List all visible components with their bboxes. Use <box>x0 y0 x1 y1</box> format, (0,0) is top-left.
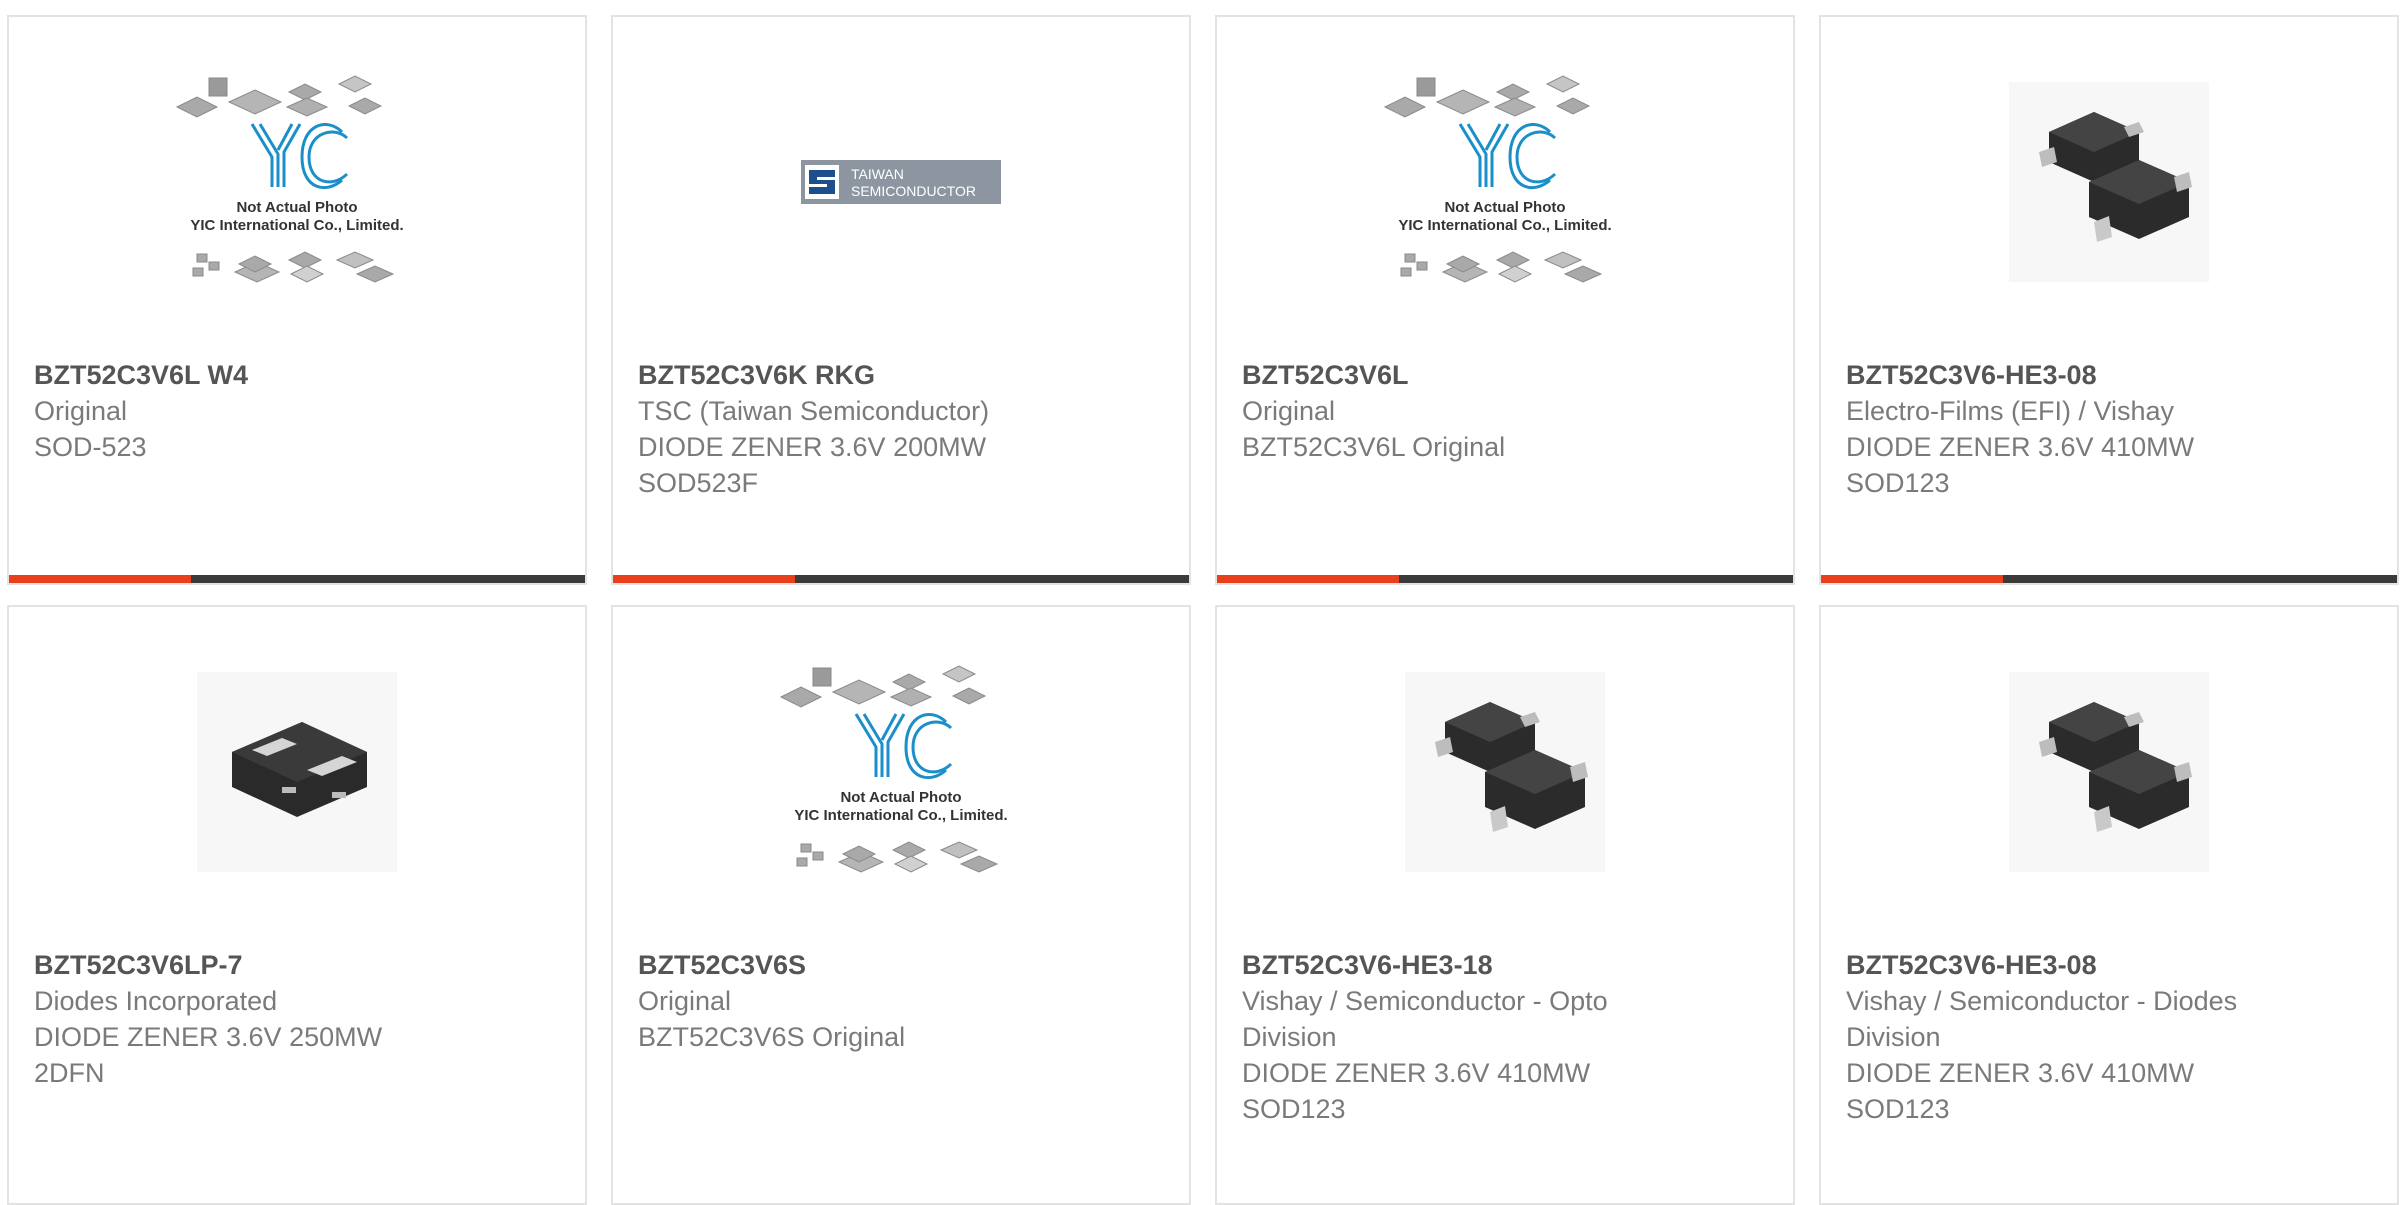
chip-collage-image: Not Actual Photo YIC International Co., … <box>1383 75 1612 283</box>
product-info: BZT52C3V6L W4 Original SOD-523 <box>34 357 565 465</box>
product-grid: Not Actual Photo YIC International Co., … <box>0 0 2400 1205</box>
placeholder-line2: YIC International Co., Limited. <box>190 217 403 234</box>
placeholder-line2: YIC International Co., Limited. <box>1398 217 1611 234</box>
product-detail-line: Vishay / Semiconductor - Opto <box>1242 986 1608 1016</box>
sod123-package-icon <box>1405 672 1605 872</box>
product-detail-line: Electro-Films (EFI) / Vishay <box>1846 396 2175 426</box>
product-detail-line: Vishay / Semiconductor - Diodes <box>1846 986 2238 1016</box>
placeholder-line1: Not Actual Photo <box>1444 199 1565 216</box>
product-detail-line: Diodes Incorporated <box>34 986 278 1016</box>
product-info: BZT52C3V6LP-7 Diodes Incorporated DIODE … <box>34 947 565 1091</box>
product-info: BZT52C3V6L Original BZT52C3V6L Original <box>1242 357 1773 465</box>
card-accent-bar <box>1217 575 1793 583</box>
product-detail-line: DIODE ZENER 3.6V 410MW <box>1242 1058 1591 1088</box>
placeholder-line1: Not Actual Photo <box>236 199 357 216</box>
product-card[interactable]: Not Actual Photo YIC International Co., … <box>611 605 1191 1205</box>
dfn-package-icon <box>197 672 397 872</box>
product-detail-line: SOD523F <box>638 468 759 498</box>
product-card[interactable]: Not Actual Photo YIC International Co., … <box>7 15 587 585</box>
product-card[interactable]: BZT52C3V6-HE3-08 Vishay / Semiconductor … <box>1819 605 2399 1205</box>
product-detail-line: DIODE ZENER 3.6V 200MW <box>638 432 987 462</box>
product-detail-line: DIODE ZENER 3.6V 250MW <box>34 1022 383 1052</box>
product-card[interactable]: Not Actual Photo YIC International Co., … <box>1215 15 1795 585</box>
product-detail-line: SOD123 <box>1242 1094 1346 1124</box>
part-number[interactable]: BZT52C3V6L W4 <box>34 357 565 393</box>
product-info: BZT52C3V6K RKG TSC (Taiwan Semiconductor… <box>638 357 1169 501</box>
product-image-sod123-package[interactable] <box>1217 607 1793 937</box>
sod123-package-icon <box>2009 672 2209 872</box>
product-image-dfn-package[interactable] <box>9 607 585 937</box>
product-card[interactable]: BZT52C3V6-HE3-08 Electro-Films (EFI) / V… <box>1819 15 2399 585</box>
tsc-logo-line1: TAIWAN <box>851 166 904 182</box>
part-number[interactable]: BZT52C3V6-HE3-08 <box>1846 357 2377 393</box>
product-image-tsc-logo[interactable]: TAIWAN SEMICONDUCTOR <box>613 17 1189 347</box>
product-detail-line: Original <box>638 986 732 1016</box>
product-info: BZT52C3V6S Original BZT52C3V6S Original <box>638 947 1169 1055</box>
product-image-sod123-package[interactable] <box>1821 607 2397 937</box>
product-card[interactable]: TAIWAN SEMICONDUCTOR BZT52C3V6K RKG TSC … <box>611 15 1191 585</box>
card-accent-bar <box>1821 575 2397 583</box>
product-card[interactable]: BZT52C3V6LP-7 Diodes Incorporated DIODE … <box>7 605 587 1205</box>
chip-collage-image: Not Actual Photo YIC International Co., … <box>175 75 404 283</box>
product-image-yic-placeholder[interactable]: Not Actual Photo YIC International Co., … <box>613 607 1189 937</box>
part-number[interactable]: BZT52C3V6S <box>638 947 1169 983</box>
placeholder-line2: YIC International Co., Limited. <box>794 807 1007 824</box>
product-detail-line: SOD123 <box>1846 1094 1950 1124</box>
placeholder-line1: Not Actual Photo <box>840 789 961 806</box>
card-accent-bar <box>613 575 1189 583</box>
product-info: BZT52C3V6-HE3-08 Vishay / Semiconductor … <box>1846 947 2377 1127</box>
part-number[interactable]: BZT52C3V6LP-7 <box>34 947 565 983</box>
product-detail-line: Original <box>34 396 128 426</box>
sod123-package-icon <box>2009 82 2209 282</box>
product-image-yic-placeholder[interactable]: Not Actual Photo YIC International Co., … <box>9 17 585 347</box>
part-number[interactable]: BZT52C3V6-HE3-18 <box>1242 947 1773 983</box>
product-info: BZT52C3V6-HE3-18 Vishay / Semiconductor … <box>1242 947 1773 1127</box>
product-detail-line: 2DFN <box>34 1058 105 1088</box>
part-number[interactable]: BZT52C3V6L <box>1242 357 1773 393</box>
product-detail-line: DIODE ZENER 3.6V 410MW <box>1846 432 2195 462</box>
product-detail-line: BZT52C3V6S Original <box>638 1022 906 1052</box>
product-detail-line: SOD123 <box>1846 468 1950 498</box>
product-image-yic-placeholder[interactable]: Not Actual Photo YIC International Co., … <box>1217 17 1793 347</box>
card-accent-bar <box>9 575 585 583</box>
product-image-sod123-package[interactable] <box>1821 17 2397 347</box>
chip-collage-image: Not Actual Photo YIC International Co., … <box>779 665 1008 873</box>
part-number[interactable]: BZT52C3V6-HE3-08 <box>1846 947 2377 983</box>
product-info: BZT52C3V6-HE3-08 Electro-Films (EFI) / V… <box>1846 357 2377 501</box>
product-detail-line: SOD-523 <box>34 432 147 462</box>
part-number[interactable]: BZT52C3V6K RKG <box>638 357 1169 393</box>
tsc-logo-icon: TAIWAN SEMICONDUCTOR <box>801 160 1001 204</box>
product-card[interactable]: BZT52C3V6-HE3-18 Vishay / Semiconductor … <box>1215 605 1795 1205</box>
product-detail-line: BZT52C3V6L Original <box>1242 432 1506 462</box>
product-detail-line: DIODE ZENER 3.6V 410MW <box>1846 1058 2195 1088</box>
product-detail-line: Division <box>1242 1022 1337 1052</box>
product-detail-line: Division <box>1846 1022 1941 1052</box>
product-detail-line: Original <box>1242 396 1336 426</box>
tsc-logo-line2: SEMICONDUCTOR <box>851 183 976 199</box>
product-detail-line: TSC (Taiwan Semiconductor) <box>638 396 990 426</box>
